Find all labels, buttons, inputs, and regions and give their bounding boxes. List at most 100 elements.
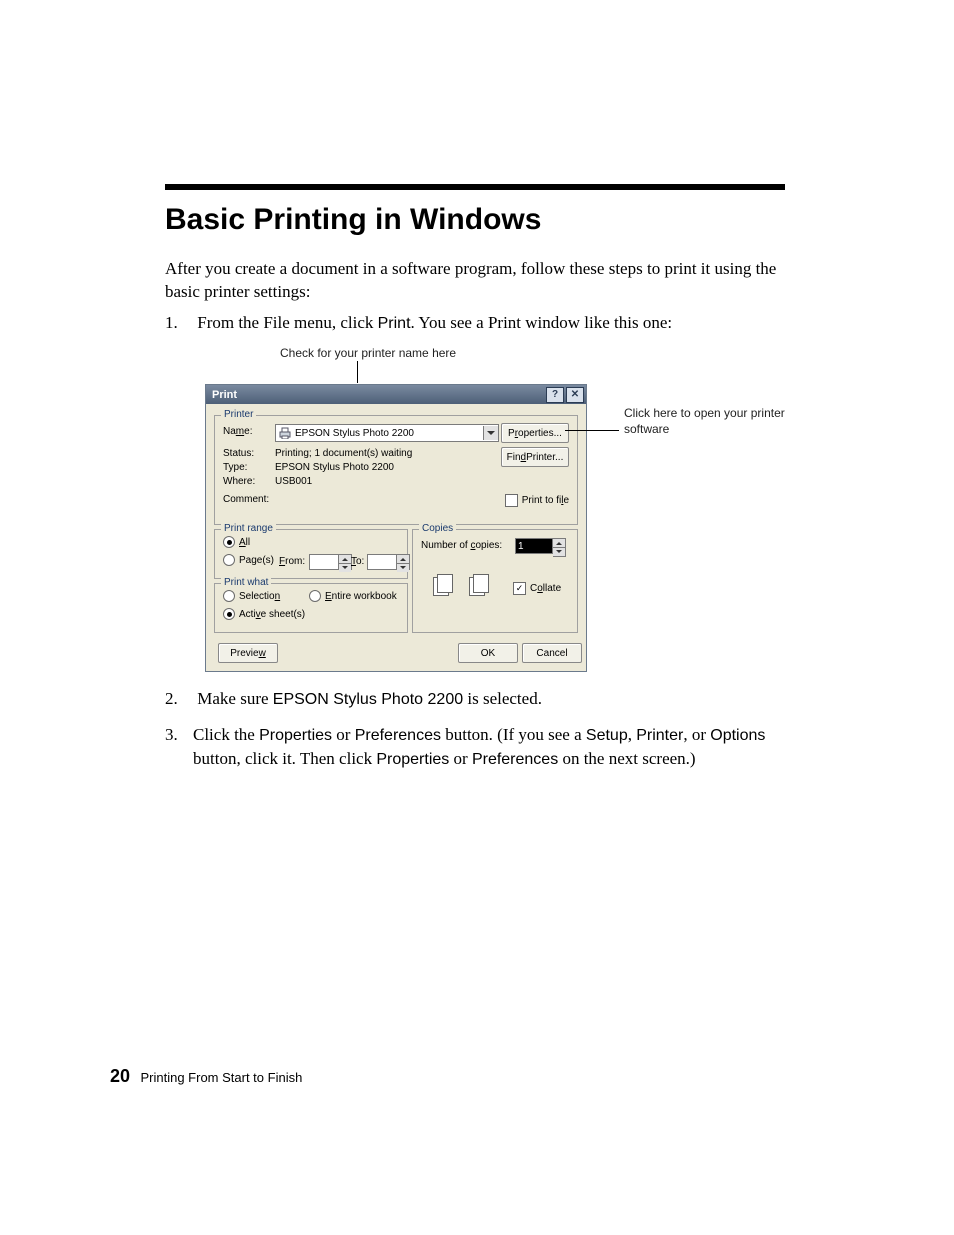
s3-t2: button. (If you see a: [441, 725, 586, 744]
range-pages-label: Page(s): [239, 555, 274, 566]
page-number: 20: [110, 1066, 130, 1086]
step-2-product: EPSON Stylus Photo 2200: [273, 691, 463, 708]
to-spinner[interactable]: [367, 554, 410, 570]
s3-or: or: [332, 725, 355, 744]
s3-t4: on the next screen.): [558, 749, 695, 768]
where-value: USB001: [275, 476, 312, 487]
properties-button[interactable]: Properties...: [501, 423, 569, 443]
collate-label: Collate: [530, 583, 561, 594]
spinner-up-icon[interactable]: [553, 539, 565, 548]
name-label: Name:: [223, 426, 252, 437]
annotation-check-printer: Check for your printer name here: [280, 346, 456, 360]
print-range-legend: Print range: [221, 523, 276, 534]
titlebar: Print ? ✕: [206, 385, 586, 404]
spinner-down-icon[interactable]: [553, 548, 565, 556]
step-2: 2. Make sure EPSON Stylus Photo 2200 is …: [165, 689, 790, 709]
spinner-up-icon[interactable]: [397, 555, 409, 564]
what-selection-radio[interactable]: Selection: [223, 590, 280, 602]
step-3-num: 3.: [165, 723, 193, 747]
num-copies-label: Number of copies:: [421, 540, 502, 551]
collate-icon: [469, 574, 491, 596]
spinner-up-icon[interactable]: [339, 555, 351, 564]
annotation-top-leader: [357, 361, 358, 383]
radio-icon: [223, 554, 235, 566]
printer-name-value: EPSON Stylus Photo 2200: [295, 428, 483, 439]
status-value: Printing; 1 document(s) waiting: [275, 448, 412, 459]
page-footer: 20 Printing From Start to Finish: [110, 1066, 302, 1087]
step-2-post: is selected.: [463, 689, 542, 708]
preview-button[interactable]: Preview: [218, 643, 278, 663]
copies-input[interactable]: [515, 538, 553, 554]
radio-icon: [223, 536, 235, 548]
what-selection-label: Selection: [239, 591, 280, 602]
help-icon[interactable]: ?: [546, 387, 564, 403]
checkbox-icon: [505, 494, 518, 507]
s3-printer: Printer: [636, 727, 683, 744]
printer-group-legend: Printer: [221, 409, 256, 420]
print-what-legend: Print what: [221, 577, 271, 588]
spinner-down-icon[interactable]: [339, 564, 351, 572]
cancel-button[interactable]: Cancel: [522, 643, 582, 663]
step-1-text-pre: From the File menu, click: [197, 313, 377, 332]
step-2-pre: Make sure: [197, 689, 273, 708]
status-label: Status:: [223, 448, 254, 459]
step-1-text-post: . You see a Print window like this one:: [411, 313, 673, 332]
where-label: Where:: [223, 476, 255, 487]
range-all-radio[interactable]: All: [223, 536, 250, 548]
s3-properties2: Properties: [376, 751, 449, 768]
range-pages-radio[interactable]: Page(s): [223, 554, 274, 566]
print-to-file-label: Print to file: [522, 495, 569, 506]
annotation-right-leader: [565, 430, 619, 431]
copies-spinner[interactable]: [515, 538, 566, 557]
what-entire-radio[interactable]: Entire workbook: [309, 590, 397, 602]
radio-icon: [309, 590, 321, 602]
find-printer-button[interactable]: Find Printer...: [501, 447, 569, 467]
what-active-label: Active sheet(s): [239, 609, 305, 620]
print-to-file-checkbox[interactable]: Print to file: [505, 494, 569, 507]
printer-group: Printer Name: EPSON Stylus Photo 2200 St…: [214, 415, 578, 525]
s3-or3: or: [449, 749, 472, 768]
s3-preferences2: Preferences: [472, 751, 558, 768]
s3-comma: ,: [628, 725, 637, 744]
chevron-down-icon[interactable]: [483, 426, 498, 440]
page-heading: Basic Printing in Windows: [165, 203, 541, 237]
copies-legend: Copies: [419, 523, 456, 534]
s3-t1: Click the: [193, 725, 259, 744]
what-active-radio[interactable]: Active sheet(s): [223, 608, 305, 620]
type-value: EPSON Stylus Photo 2200: [275, 462, 394, 473]
dialog-title: Print: [212, 389, 237, 401]
print-what-group: Print what Selection Entire workbook Act…: [214, 583, 408, 633]
comment-label: Comment:: [223, 494, 269, 505]
step-3: 3. Click the Properties or Preferences b…: [165, 723, 790, 772]
ok-button[interactable]: OK: [458, 643, 518, 663]
printer-icon: [278, 427, 292, 439]
s3-properties: Properties: [259, 727, 332, 744]
close-icon[interactable]: ✕: [566, 387, 584, 403]
s3-options: Options: [710, 727, 765, 744]
step-2-num: 2.: [165, 689, 193, 709]
radio-icon: [223, 590, 235, 602]
s3-preferences: Preferences: [355, 727, 441, 744]
print-range-group: Print range All Page(s) From: To:: [214, 529, 408, 579]
footer-text: Printing From Start to Finish: [140, 1070, 302, 1085]
print-dialog: Print ? ✕ Printer Name: EPSON Stylus Pho…: [205, 384, 587, 672]
from-input[interactable]: [309, 554, 339, 570]
collate-icon: [433, 574, 455, 596]
annotation-open-software: Click here to open your printer software: [624, 406, 794, 437]
spinner-down-icon[interactable]: [397, 564, 409, 572]
intro-paragraph: After you create a document in a softwar…: [165, 258, 790, 304]
checkbox-icon: ✓: [513, 582, 526, 595]
step-1-print-label: Print: [378, 315, 411, 332]
from-label: From:: [279, 556, 305, 567]
copies-group: Copies Number of copies: ✓ Collate: [412, 529, 578, 633]
top-rule: [165, 184, 785, 190]
type-label: Type:: [223, 462, 247, 473]
s3-or2: , or: [683, 725, 710, 744]
from-spinner[interactable]: [309, 554, 352, 570]
s3-t3: button, click it. Then click: [193, 749, 376, 768]
step-1: 1. From the File menu, click Print. You …: [165, 313, 790, 333]
what-entire-label: Entire workbook: [325, 591, 397, 602]
collate-checkbox[interactable]: ✓ Collate: [513, 582, 561, 595]
printer-name-combo[interactable]: EPSON Stylus Photo 2200: [275, 424, 499, 442]
to-input[interactable]: [367, 554, 397, 570]
